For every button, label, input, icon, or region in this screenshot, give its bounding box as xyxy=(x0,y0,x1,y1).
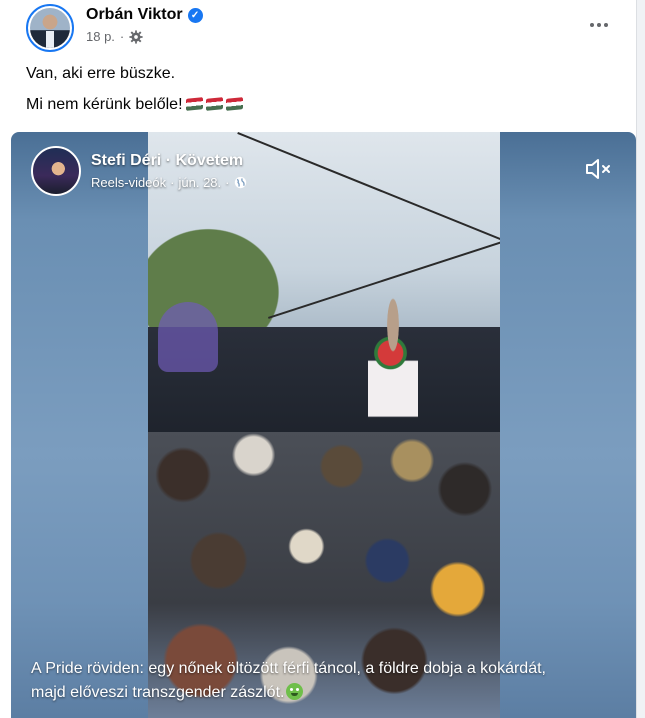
more-options-button[interactable] xyxy=(582,8,616,42)
post-text: Van, aki erre büszke. Mi nem kérünk belő… xyxy=(26,64,616,126)
speaker-muted-icon[interactable] xyxy=(584,156,614,182)
gear-icon[interactable] xyxy=(129,29,143,44)
author-name[interactable]: Orbán Viktor xyxy=(86,6,183,24)
post-text-line-2: Mi nem kérünk belőle! xyxy=(26,95,616,115)
post-meta: 18 p. · xyxy=(86,29,143,44)
follow-status-button[interactable]: Követem xyxy=(175,152,243,169)
reel-author-avatar[interactable] xyxy=(31,146,81,196)
reel-meta-separator: · xyxy=(225,175,230,190)
reel-meta-separator: · xyxy=(170,175,175,190)
nauseated-face-emoji-icon xyxy=(286,683,304,700)
reel-author-name[interactable]: Stefi Déri xyxy=(91,152,161,169)
post-text-line-1: Van, aki erre büszke. xyxy=(26,64,616,84)
reel-separator: · xyxy=(165,152,172,169)
post-text-line-1-text: Van, aki erre büszke. xyxy=(26,65,176,82)
verified-badge-icon: ✓ xyxy=(187,7,203,23)
more-options-icon-dot xyxy=(604,23,608,27)
meta-separator: · xyxy=(119,29,125,44)
hungarian-flag-emoji-icon xyxy=(225,97,243,111)
globe-icon xyxy=(234,176,246,189)
author-avatar[interactable] xyxy=(26,4,74,52)
hungarian-flag-emoji-icon xyxy=(185,97,203,111)
video-frame[interactable] xyxy=(148,132,500,718)
reel-meta: Reels-videók · jún. 28. · xyxy=(91,175,247,190)
reel-author-row: Stefi Déri · Követem xyxy=(91,152,243,170)
reel-date[interactable]: jún. 28. xyxy=(179,175,222,190)
post-card: Orbán Viktor ✓ 18 p. · Van, aki erre büs… xyxy=(0,0,637,718)
reel-video[interactable]: Stefi Déri · Követem Reels-videók · jún.… xyxy=(11,132,636,718)
post-time[interactable]: 18 p. xyxy=(86,29,115,44)
post-header: Orbán Viktor ✓ 18 p. · xyxy=(26,4,626,52)
reel-source-link[interactable]: Reels-videók xyxy=(91,175,166,190)
post-text-line-2-text: Mi nem kérünk belőle! xyxy=(26,96,183,113)
avatar-image xyxy=(30,8,70,48)
more-options-icon xyxy=(590,23,594,27)
scene-banner xyxy=(158,302,218,372)
reel-caption: A Pride röviden: egy nőnek öltözött férf… xyxy=(31,657,571,705)
author-row: Orbán Viktor ✓ xyxy=(86,6,203,24)
scene-performer xyxy=(368,297,418,437)
more-options-icon-dot xyxy=(597,23,601,27)
hungarian-flag-emoji-icon xyxy=(205,97,223,111)
